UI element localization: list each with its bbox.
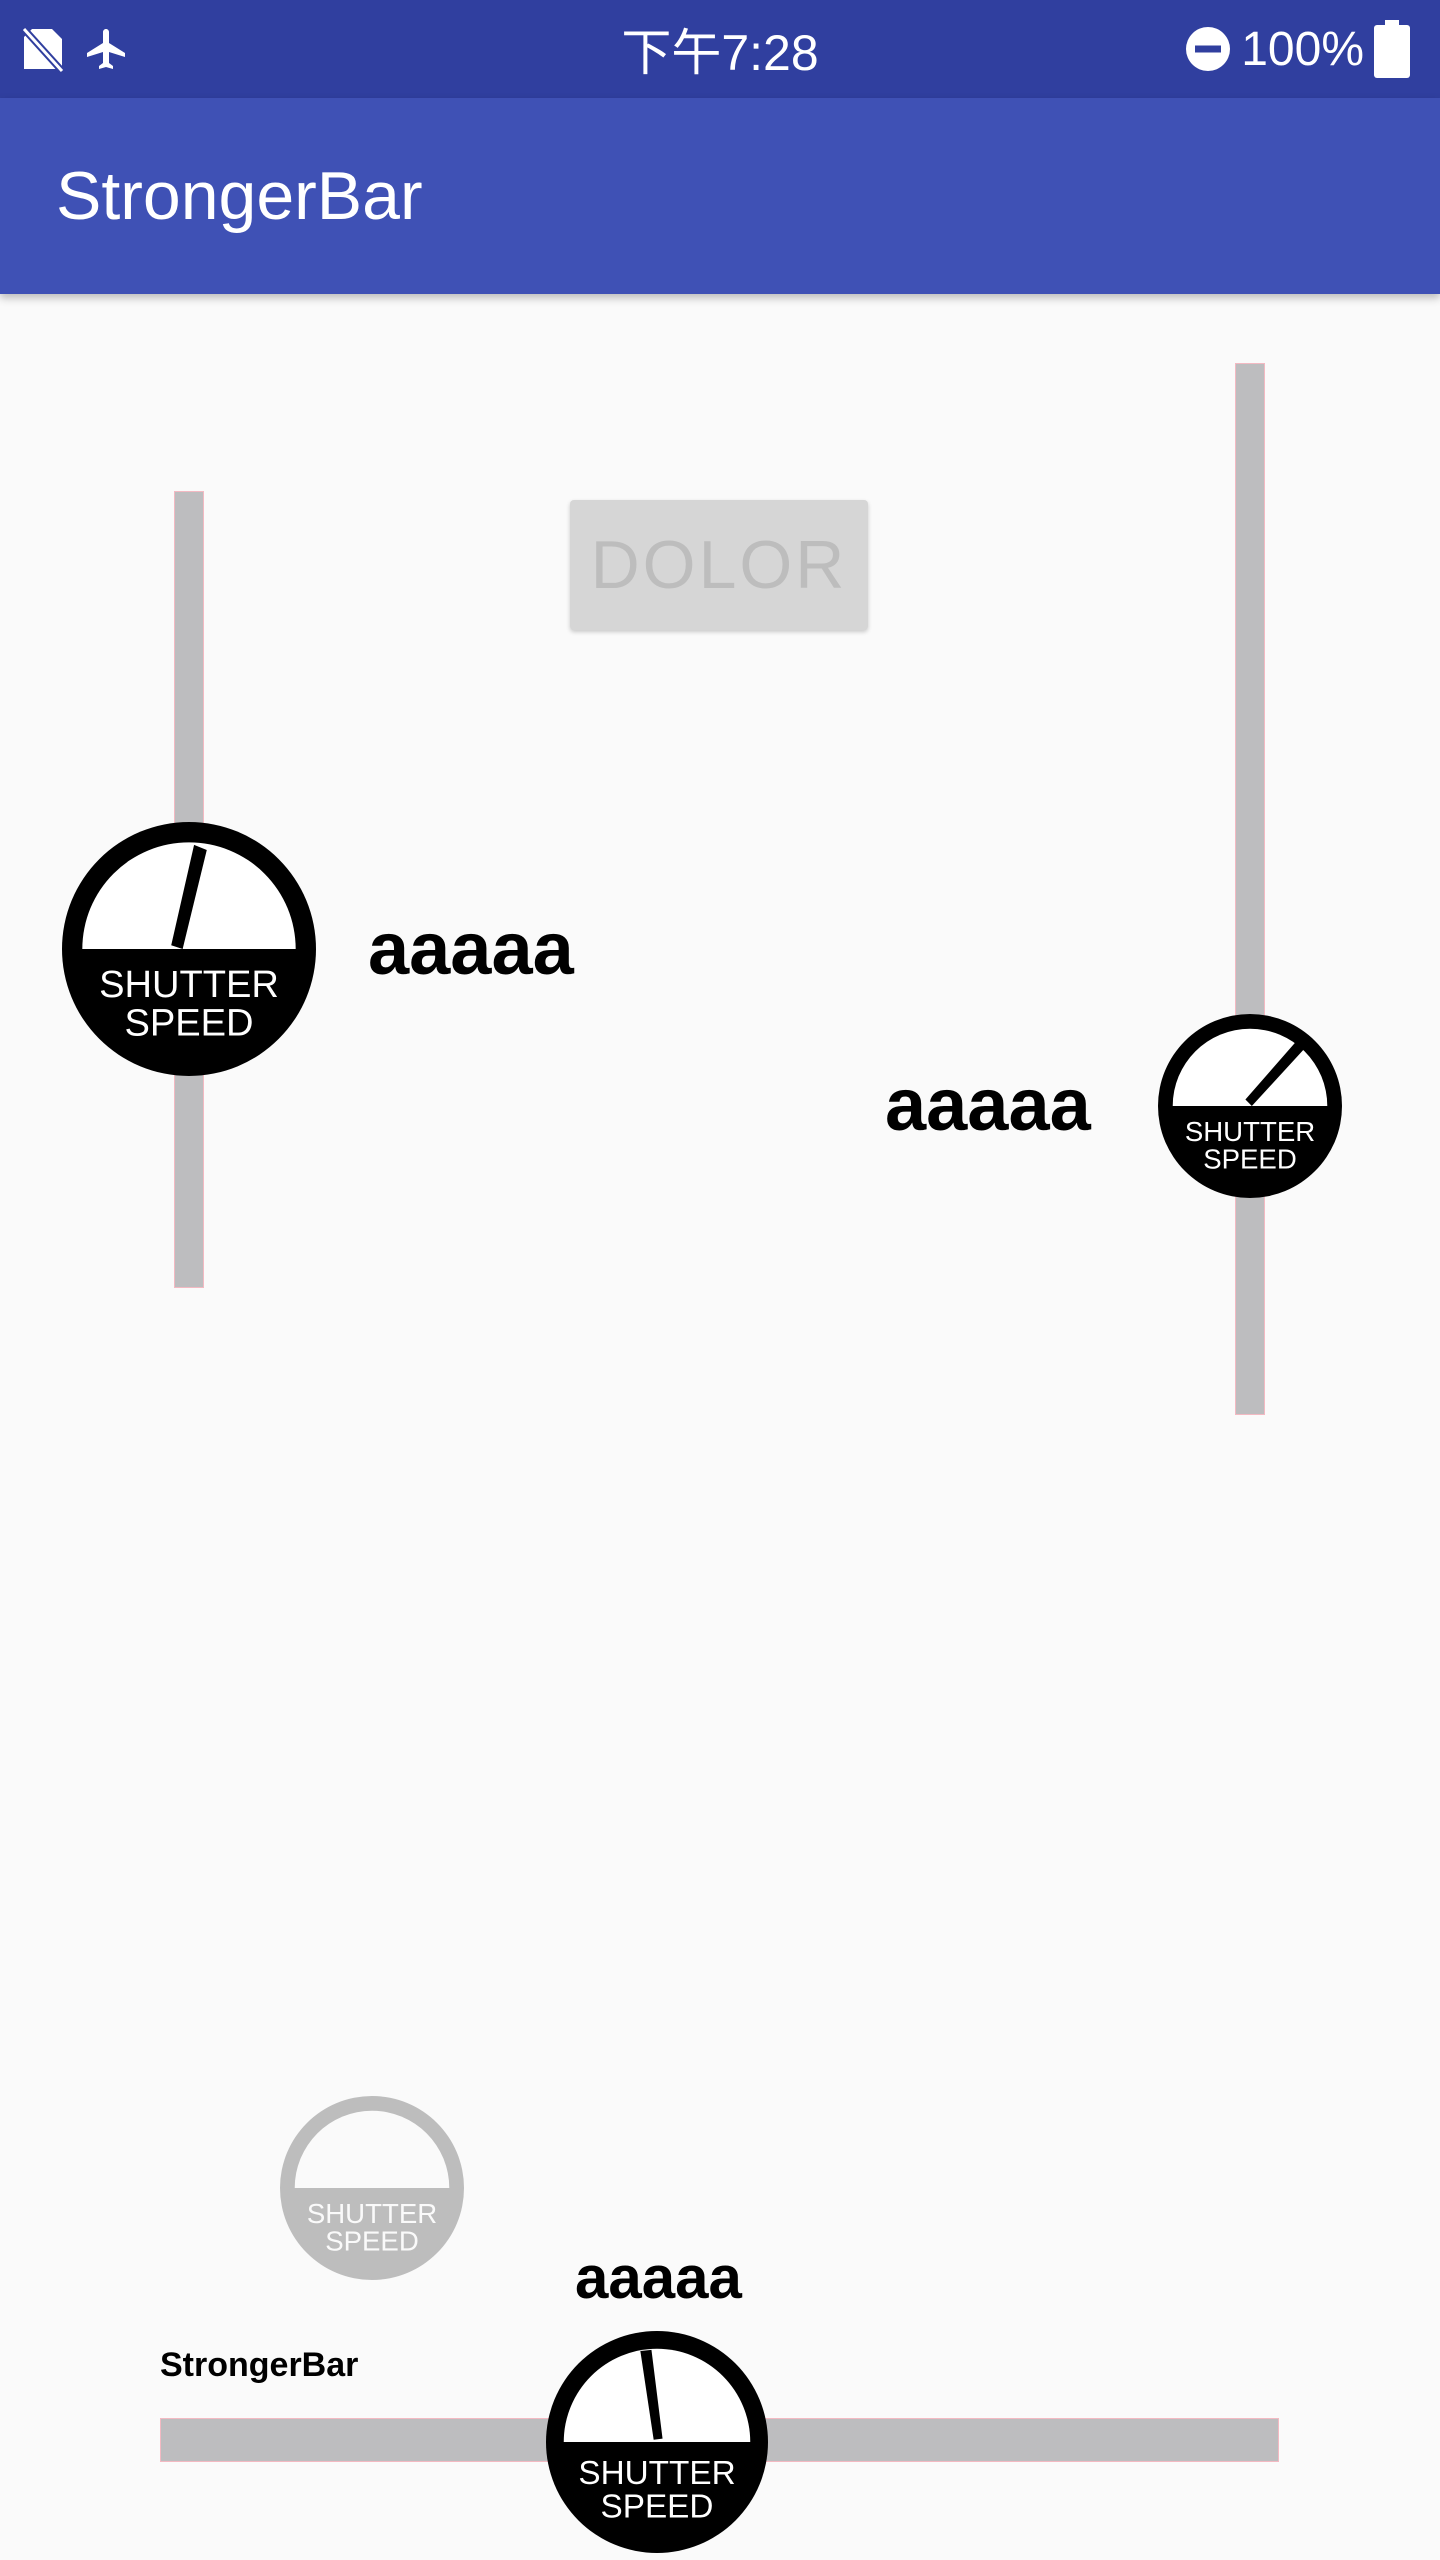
shutter-speed-icon: SHUTTER SPEED <box>1158 1014 1342 1198</box>
shutter-speed-icon: SHUTTER SPEED <box>280 2096 464 2280</box>
battery-full-icon <box>1374 20 1410 78</box>
knob-text-line1: SHUTTER <box>578 2455 735 2492</box>
bottom-slider-caption: StrongerBar <box>160 2346 359 2384</box>
bottom-slider-thumb[interactable]: SHUTTER SPEED <box>546 2331 768 2553</box>
right-vertical-slider-track[interactable] <box>1235 363 1265 1415</box>
battery-percentage: 100% <box>1241 22 1364 76</box>
app-bar: StrongerBar <box>0 98 1440 294</box>
disabled-slider-thumb: SHUTTER SPEED <box>280 2096 464 2280</box>
knob-text-line1: SHUTTER <box>99 964 279 1006</box>
shutter-speed-icon: SHUTTER SPEED <box>546 2331 768 2553</box>
status-bar: 下午7:28 100% <box>0 0 1440 98</box>
knob-text-line1: SHUTTER <box>1185 1116 1315 1147</box>
do-not-disturb-icon <box>1186 27 1231 71</box>
knob-text-line1: SHUTTER <box>307 2198 437 2229</box>
app-title: StrongerBar <box>56 158 423 234</box>
knob-text-line2: SPEED <box>601 2488 714 2525</box>
knob-text-line2: SPEED <box>325 2226 419 2257</box>
shutter-speed-icon: SHUTTER SPEED <box>62 822 316 1076</box>
right-slider-thumb[interactable]: SHUTTER SPEED <box>1158 1014 1342 1198</box>
left-slider-value-label: aaaaa <box>368 907 574 990</box>
dolor-button[interactable]: DOLOR <box>570 500 868 630</box>
knob-text-line2: SPEED <box>1203 1144 1297 1175</box>
status-icons-right: 100% <box>1185 0 1410 98</box>
right-slider-value-label: aaaaa <box>885 1063 1091 1146</box>
knob-text-line2: SPEED <box>124 1002 253 1044</box>
left-slider-thumb[interactable]: SHUTTER SPEED <box>62 822 316 1076</box>
bottom-slider-value-label: aaaaa <box>575 2244 742 2311</box>
